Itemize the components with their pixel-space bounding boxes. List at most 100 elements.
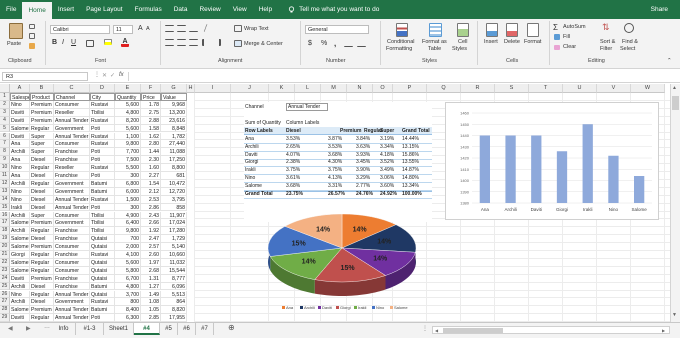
format-as-table-label[interactable]: Format as bbox=[422, 39, 447, 45]
row-header[interactable]: 2 bbox=[0, 100, 10, 109]
table-cell[interactable]: 1.92 bbox=[141, 227, 161, 236]
table-cell[interactable]: Franchise bbox=[54, 148, 90, 157]
merge-center-button[interactable]: Merge & Center bbox=[244, 41, 283, 47]
table-cell[interactable]: 2.60 bbox=[141, 251, 161, 259]
table-cell[interactable]: Tbilisi bbox=[90, 108, 115, 117]
table-cell[interactable]: Archili bbox=[10, 282, 30, 291]
conditional-formatting-label[interactable]: Conditional bbox=[387, 39, 415, 45]
table-cell[interactable]: Super bbox=[30, 211, 54, 220]
bar[interactable] bbox=[582, 124, 593, 203]
row-header[interactable]: 28 bbox=[0, 306, 10, 315]
table-cell[interactable]: 8,848 bbox=[161, 124, 187, 133]
pivot-cell[interactable]: 3.61% bbox=[286, 175, 300, 182]
more-sheets-icon[interactable]: … bbox=[44, 324, 50, 330]
table-header-cell[interactable]: Price bbox=[141, 93, 161, 101]
table-cell[interactable]: 700 bbox=[115, 235, 141, 244]
pivot-cell[interactable]: 14.44% bbox=[402, 136, 419, 143]
table-cell[interactable]: Diesel bbox=[30, 235, 54, 244]
format-painter-icon[interactable] bbox=[29, 43, 35, 49]
table-cell[interactable]: 17,280 bbox=[161, 227, 187, 236]
table-cell[interactable]: Annual Tender bbox=[54, 314, 90, 322]
column-header[interactable]: T bbox=[529, 84, 563, 93]
table-cell[interactable]: 4,900 bbox=[115, 211, 141, 220]
find-select-label[interactable]: Find & bbox=[622, 39, 638, 45]
format-as-table-label2[interactable]: Table bbox=[428, 46, 441, 52]
find-select-label2[interactable]: Select bbox=[620, 46, 635, 52]
column-header[interactable]: F bbox=[141, 84, 161, 93]
pivot-cell[interactable]: 3.53% bbox=[328, 144, 342, 151]
row-header[interactable]: 25 bbox=[0, 282, 10, 291]
table-cell[interactable]: Rustavi bbox=[90, 251, 115, 259]
table-cell[interactable]: 1,782 bbox=[161, 132, 187, 141]
table-cell[interactable]: Ana bbox=[10, 140, 30, 149]
table-cell[interactable]: 681 bbox=[161, 172, 187, 180]
table-cell[interactable]: Ana bbox=[10, 172, 30, 180]
table-cell[interactable]: Reseller bbox=[54, 164, 90, 172]
table-cell[interactable]: Diesel bbox=[30, 187, 54, 196]
table-cell[interactable]: Salome bbox=[10, 124, 30, 133]
bar[interactable] bbox=[556, 151, 568, 203]
fill-color-icon[interactable] bbox=[104, 39, 112, 45]
currency-button[interactable]: $ bbox=[308, 40, 312, 47]
column-header[interactable]: D bbox=[90, 84, 115, 93]
table-cell[interactable]: Super bbox=[30, 140, 54, 149]
table-cell[interactable]: 9,968 bbox=[161, 100, 187, 109]
sort-filter-icon[interactable]: ⇅ bbox=[602, 22, 610, 33]
table-cell[interactable]: Consumer bbox=[54, 266, 90, 275]
pivot-cell[interactable]: 14.80% bbox=[402, 175, 419, 182]
select-all-corner[interactable] bbox=[0, 84, 10, 93]
table-cell[interactable]: 5,600 bbox=[115, 258, 141, 267]
table-cell[interactable]: Qutaisi bbox=[90, 258, 115, 267]
column-header[interactable]: E bbox=[115, 84, 141, 93]
table-cell[interactable]: Daviti bbox=[10, 314, 30, 322]
table-cell[interactable]: 27,440 bbox=[161, 140, 187, 149]
table-cell[interactable]: 300 bbox=[115, 203, 141, 212]
table-cell[interactable]: Consumer bbox=[54, 140, 90, 149]
tab-split-icon[interactable]: ⋮ bbox=[422, 325, 428, 332]
table-cell[interactable]: 2.12 bbox=[141, 187, 161, 196]
scroll-up-icon[interactable]: ▲ bbox=[672, 85, 677, 91]
table-cell[interactable]: 2.75 bbox=[141, 108, 161, 117]
pivot-cell[interactable]: 2.65% bbox=[286, 144, 300, 151]
row-header[interactable]: 12 bbox=[0, 179, 10, 188]
column-header[interactable]: W bbox=[631, 84, 665, 93]
table-cell[interactable]: 2,000 bbox=[115, 243, 141, 251]
table-cell[interactable]: Tbilisi bbox=[90, 227, 115, 236]
sheet-tab[interactable]: #5 bbox=[160, 323, 178, 335]
pivot-cell[interactable]: 3.90% bbox=[356, 167, 370, 174]
table-cell[interactable]: Daviti bbox=[10, 108, 30, 117]
table-cell[interactable]: Giorgi bbox=[10, 251, 30, 259]
table-cell[interactable]: 2.68 bbox=[141, 266, 161, 275]
row-header[interactable]: 21 bbox=[0, 251, 10, 259]
hscroll-thumb[interactable] bbox=[443, 328, 503, 333]
table-cell[interactable]: 2.57 bbox=[141, 243, 161, 251]
row-header[interactable]: 5 bbox=[0, 124, 10, 133]
cell-styles-label[interactable]: Cell bbox=[458, 39, 467, 45]
table-cell[interactable]: Daviti bbox=[10, 116, 30, 125]
tab-file[interactable]: File bbox=[0, 0, 22, 19]
pivot-cell[interactable]: 3.19% bbox=[380, 136, 394, 143]
cut-icon[interactable] bbox=[29, 24, 35, 29]
row-header[interactable]: 29 bbox=[0, 314, 10, 322]
shrink-font-button[interactable]: A bbox=[146, 26, 150, 32]
sheet-tab[interactable]: #4 bbox=[134, 323, 160, 335]
conditional-formatting-icon[interactable] bbox=[396, 23, 408, 37]
row-header[interactable]: 8 bbox=[0, 148, 10, 157]
pivot-cell[interactable]: 13.15% bbox=[402, 144, 419, 151]
table-cell[interactable]: Poti bbox=[90, 124, 115, 133]
table-cell[interactable]: Diesel bbox=[30, 195, 54, 204]
bar[interactable] bbox=[531, 135, 542, 204]
table-cell[interactable]: 1.44 bbox=[141, 148, 161, 157]
sheet-tab[interactable]: #7 bbox=[196, 323, 214, 335]
paste-icon[interactable] bbox=[9, 23, 23, 39]
table-cell[interactable]: Franchise bbox=[54, 227, 90, 236]
pivot-cell[interactable]: 3.53% bbox=[286, 136, 300, 143]
increase-decimal-icon[interactable] bbox=[344, 40, 353, 47]
table-cell[interactable]: Salome bbox=[10, 258, 30, 267]
table-cell[interactable]: Archili bbox=[10, 211, 30, 220]
table-cell[interactable]: Rustavi bbox=[90, 298, 115, 307]
clear-button[interactable]: Clear bbox=[563, 44, 576, 50]
table-cell[interactable]: Government bbox=[54, 187, 90, 196]
insert-function-button[interactable]: fx bbox=[119, 72, 124, 78]
align-left-icon[interactable] bbox=[165, 39, 174, 46]
